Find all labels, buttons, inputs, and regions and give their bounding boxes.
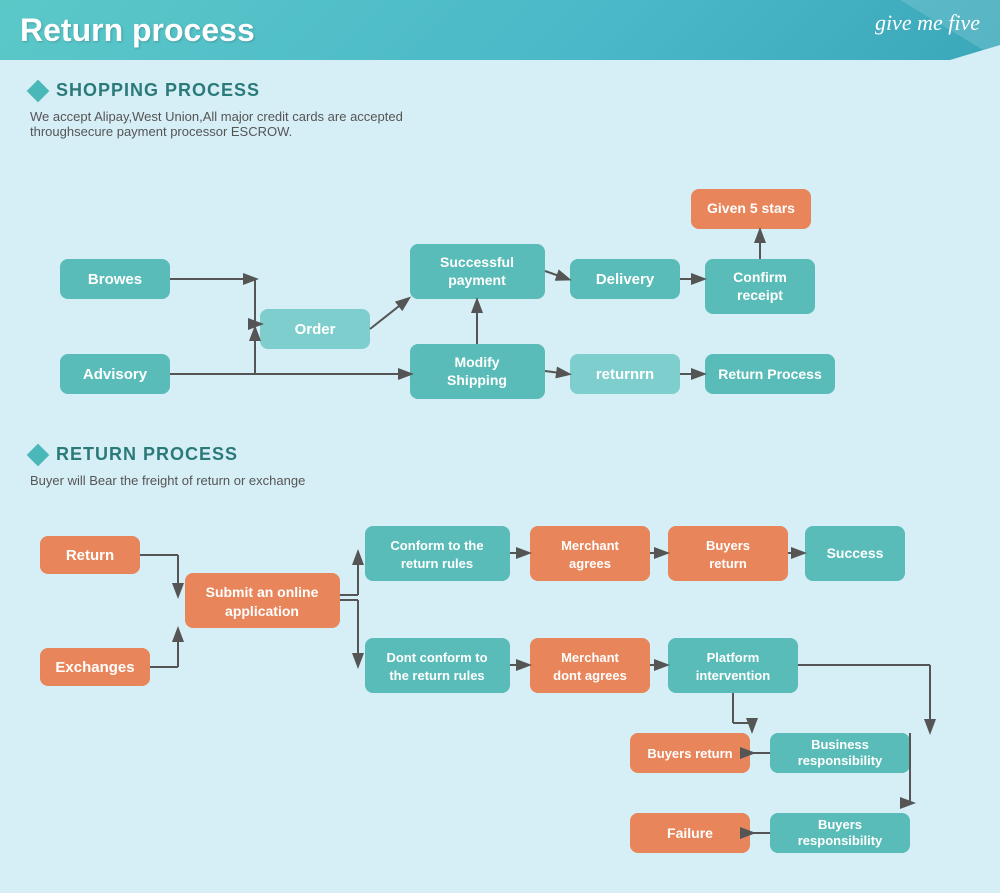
svg-text:returnrn: returnrn xyxy=(596,366,654,383)
shopping-section: SHOPPING PROCESS We accept Alipay,West U… xyxy=(30,80,970,444)
svg-text:payment: payment xyxy=(448,272,506,288)
shopping-description: We accept Alipay,West Union,All major cr… xyxy=(30,109,970,139)
svg-text:responsibility: responsibility xyxy=(798,753,883,768)
svg-text:Buyers: Buyers xyxy=(706,538,750,553)
return-description: Buyer will Bear the freight of return or… xyxy=(30,473,970,488)
return-section-title: RETURN PROCESS xyxy=(56,444,238,465)
header-title: Return process xyxy=(20,12,255,49)
diamond-icon xyxy=(27,79,50,102)
svg-text:Failure: Failure xyxy=(667,825,713,841)
svg-text:Browes: Browes xyxy=(88,271,142,288)
svg-text:Delivery: Delivery xyxy=(596,271,655,288)
svg-text:Merchant: Merchant xyxy=(561,650,619,665)
svg-text:Buyers return: Buyers return xyxy=(647,746,732,761)
svg-text:Return Process: Return Process xyxy=(718,366,822,382)
return-diamond-icon xyxy=(27,443,50,466)
svg-text:responsibility: responsibility xyxy=(798,833,883,848)
svg-text:Return: Return xyxy=(66,547,114,564)
return-section: RETURN PROCESS Buyer will Bear the freig… xyxy=(30,444,970,873)
header-banner: Return process give me five xyxy=(0,0,1000,60)
return-flow-diagram: Return Submit an online application Exch… xyxy=(30,508,970,868)
svg-text:Advisory: Advisory xyxy=(83,366,148,383)
svg-text:Shipping: Shipping xyxy=(447,372,507,388)
svg-text:Conform to the: Conform to the xyxy=(390,538,483,553)
header-logo: give me five xyxy=(875,10,980,36)
svg-text:Modify: Modify xyxy=(454,354,499,370)
svg-text:agrees: agrees xyxy=(569,556,611,571)
svg-text:Dont conform to: Dont conform to xyxy=(386,650,487,665)
svg-text:Exchanges: Exchanges xyxy=(55,659,134,676)
svg-text:receipt: receipt xyxy=(737,287,783,303)
svg-text:Platform: Platform xyxy=(707,650,760,665)
shopping-section-title: SHOPPING PROCESS xyxy=(56,80,260,101)
svg-text:application: application xyxy=(225,603,299,619)
svg-text:return: return xyxy=(709,556,747,571)
svg-text:Success: Success xyxy=(827,545,884,561)
svg-text:Confirm: Confirm xyxy=(733,269,787,285)
svg-text:Submit an online: Submit an online xyxy=(206,584,319,600)
svg-text:intervention: intervention xyxy=(696,668,770,683)
svg-text:Merchant: Merchant xyxy=(561,538,619,553)
shopping-flow-diagram: Browes Order Advisory Successful payment… xyxy=(30,159,970,439)
svg-text:Business: Business xyxy=(811,737,869,752)
svg-text:Given 5 stars: Given 5 stars xyxy=(707,200,795,216)
svg-text:dont agrees: dont agrees xyxy=(553,668,627,683)
svg-text:return rules: return rules xyxy=(401,556,473,571)
svg-text:the return rules: the return rules xyxy=(389,668,484,683)
svg-text:Buyers: Buyers xyxy=(818,817,862,832)
svg-text:Successful: Successful xyxy=(440,254,514,270)
svg-text:Order: Order xyxy=(295,321,336,338)
